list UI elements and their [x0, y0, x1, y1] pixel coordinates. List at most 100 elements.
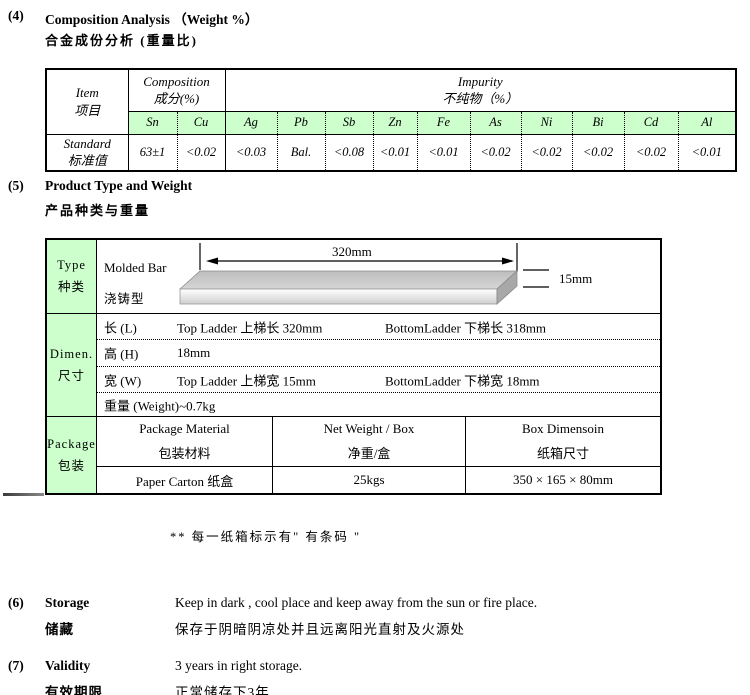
- package-label-en: Package: [47, 437, 96, 452]
- product-table: Type 种类 Molded Bar 浇铸型: [45, 238, 662, 495]
- element-value: <0.01: [417, 134, 470, 171]
- package-material-header: Package Material 包装材料: [97, 417, 273, 466]
- element-symbol: Ni: [521, 111, 572, 134]
- type-content-cell: Molded Bar 浇铸型: [97, 240, 660, 313]
- section4-title-en: Composition Analysis （Weight %）: [45, 8, 258, 28]
- element-value: Bal.: [277, 134, 325, 171]
- spec-document-page: (4) Composition Analysis （Weight %） 合金成份…: [0, 0, 750, 695]
- dim-label: 高 (H): [104, 344, 138, 363]
- package-material-en: Package Material: [139, 421, 230, 437]
- item-label-zh: 项目: [47, 102, 128, 120]
- bar-height-label: 15mm: [559, 271, 592, 286]
- element-value: <0.02: [624, 134, 678, 171]
- dimension-length-row: 长 (L) Top Ladder 上梯长 320mm BottomLadder …: [97, 314, 660, 340]
- element-symbol: Ag: [225, 111, 277, 134]
- box-dimension-header: Box Dimensoin 纸箱尺寸: [466, 417, 660, 466]
- dimension-content-cell: 长 (L) Top Ladder 上梯长 320mm BottomLadder …: [97, 314, 660, 416]
- element-value: <0.01: [678, 134, 736, 171]
- section5-title-zh: 产品种类与重量: [45, 200, 150, 219]
- dim-label: 宽 (W): [104, 370, 141, 389]
- type-header-cell: Type 种类: [47, 240, 97, 313]
- dimension-header-cell: Dimen. 尺寸: [47, 314, 97, 416]
- impurity-label-en: Impurity: [226, 73, 736, 91]
- dim-top-value: 18mm: [177, 345, 210, 361]
- package-content-cell: Package Material 包装材料 Net Weight / Box 净…: [97, 417, 660, 493]
- section4-number: (4): [8, 8, 24, 24]
- element-symbol: Bi: [572, 111, 624, 134]
- composition-header-cell: Composition 成分(%): [128, 69, 225, 111]
- dim-label: 长 (L): [104, 317, 137, 336]
- section7-label-en: Validity: [45, 658, 90, 674]
- dimension-weight-row: 重量 (Weight)~0.7kg: [97, 393, 660, 416]
- section5-title-en: Product Type and Weight: [45, 178, 192, 194]
- item-header-cell: Item 项目: [46, 69, 128, 134]
- composition-label-en: Composition: [129, 73, 225, 91]
- box-dimension-zh: 纸箱尺寸: [537, 443, 589, 462]
- package-values-row: Paper Carton 纸盒 25kgs 350 × 165 × 80mm: [97, 467, 660, 493]
- standard-header-cell: Standard 标准值: [46, 134, 128, 171]
- element-symbol: Al: [678, 111, 736, 134]
- package-row: Package 包装 Package Material 包装材料 Net Wei…: [47, 417, 660, 493]
- impurity-header-cell: Impurity 不纯物（%）: [225, 69, 736, 111]
- element-value: <0.08: [325, 134, 373, 171]
- element-symbol: Cd: [624, 111, 678, 134]
- section7-text-en: 3 years in right storage.: [175, 658, 302, 674]
- dimension-width-row: 宽 (W) Top Ladder 上梯宽 15mm BottomLadder 下…: [97, 367, 660, 393]
- net-weight-header: Net Weight / Box 净重/盒: [273, 417, 466, 466]
- arrowhead-left-icon: [206, 258, 218, 265]
- section6-label-zh: 储藏: [45, 618, 74, 638]
- molded-bar-drawing: 320mm 15mm: [97, 240, 663, 312]
- type-label-en: Type: [57, 258, 86, 273]
- package-label-zh: 包装: [58, 455, 85, 474]
- element-value: <0.03: [225, 134, 277, 171]
- element-symbol: Sn: [128, 111, 177, 134]
- standard-label-zh: 标准值: [47, 152, 128, 170]
- section7-text-zh: 正常储存下3年: [175, 681, 270, 695]
- box-dimension-value: 350 × 165 × 80mm: [466, 467, 660, 493]
- element-symbol: Cu: [177, 111, 225, 134]
- dimen-label-en: Dimen.: [50, 347, 93, 362]
- composition-table: Item 项目 Composition 成分(%) Impurity 不纯物（%…: [45, 68, 737, 172]
- dim-top-value: Top Ladder 上梯宽 15mm: [177, 370, 316, 389]
- element-value: <0.02: [572, 134, 624, 171]
- bar-length-label: 320mm: [332, 244, 372, 259]
- dim-label: 重量 (Weight)~0.7kg: [104, 395, 215, 414]
- barcode-footnote: ** 每一纸箱标示有" 有条码 ": [170, 526, 361, 545]
- net-weight-zh: 净重/盒: [348, 443, 391, 462]
- scan-artifact-line: [3, 493, 44, 496]
- element-value: <0.01: [373, 134, 417, 171]
- bar-front-face: [180, 289, 497, 304]
- net-weight-en: Net Weight / Box: [324, 421, 415, 437]
- standard-label-en: Standard: [47, 135, 128, 153]
- section6-text-en: Keep in dark , cool place and keep away …: [175, 595, 537, 611]
- type-row: Type 种类 Molded Bar 浇铸型: [47, 240, 660, 314]
- package-header-cell: Package 包装: [47, 417, 97, 493]
- type-label-zh: 种类: [58, 276, 85, 295]
- element-value: <0.02: [521, 134, 572, 171]
- section4-title-zh: 合金成份分析 (重量比): [45, 30, 198, 49]
- section7-label-zh: 有效期限: [45, 681, 103, 695]
- dim-bottom-value: BottomLadder 下梯长 318mm: [385, 317, 546, 336]
- dimension-row: Dimen. 尺寸 长 (L) Top Ladder 上梯长 320mm Bot…: [47, 314, 660, 417]
- bar-top-face: [180, 271, 517, 289]
- dim-bottom-value: BottomLadder 下梯宽 18mm: [385, 370, 540, 389]
- element-value: <0.02: [177, 134, 225, 171]
- section6-number: (6): [8, 595, 24, 611]
- section6-label-en: Storage: [45, 595, 89, 611]
- arrowhead-right-icon: [502, 258, 514, 265]
- element-symbol: As: [470, 111, 521, 134]
- composition-label-zh: 成分(%): [129, 90, 225, 108]
- dimension-height-row: 高 (H) 18mm: [97, 340, 660, 367]
- dim-top-value: Top Ladder 上梯长 320mm: [177, 317, 322, 336]
- element-symbol: Zn: [373, 111, 417, 134]
- impurity-label-zh: 不纯物（%）: [226, 90, 736, 108]
- dimen-label-zh: 尺寸: [58, 365, 85, 384]
- section7-number: (7): [8, 658, 24, 674]
- element-value: <0.02: [470, 134, 521, 171]
- element-symbol: Sb: [325, 111, 373, 134]
- item-label-en: Item: [47, 84, 128, 102]
- section5-number: (5): [8, 178, 24, 194]
- section6-text-zh: 保存于阴暗阴凉处并且远离阳光直射及火源处: [175, 618, 465, 638]
- box-dimension-en: Box Dimensoin: [522, 421, 604, 437]
- element-value: 63±1: [128, 134, 177, 171]
